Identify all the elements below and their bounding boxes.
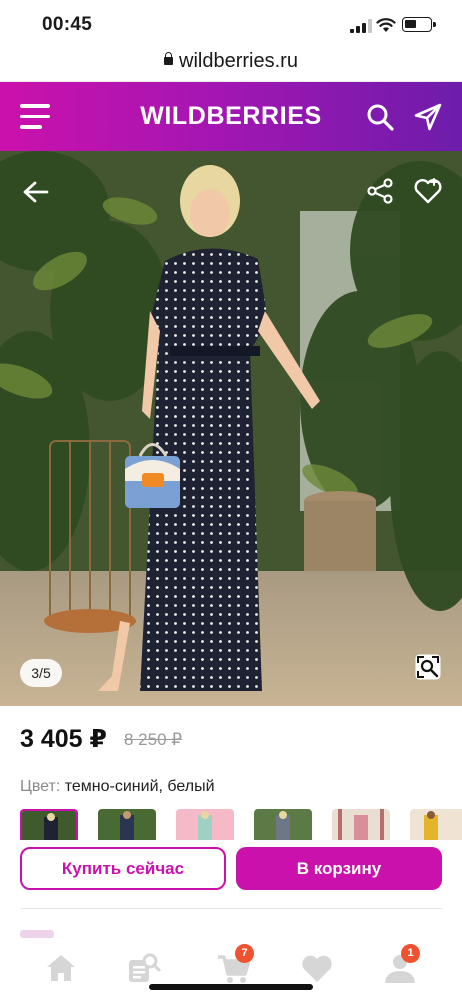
site-header: WILDBERRIES bbox=[0, 82, 462, 151]
bottom-tab-bar: 7 1 bbox=[0, 940, 462, 1000]
section-divider bbox=[20, 908, 442, 909]
back-arrow-icon[interactable] bbox=[20, 177, 50, 207]
search-icon[interactable] bbox=[366, 103, 394, 131]
tab-catalog[interactable] bbox=[126, 950, 162, 986]
color-value: темно-синий, белый bbox=[64, 778, 215, 795]
gallery-counter: 3/5 bbox=[20, 659, 62, 687]
share-icon[interactable] bbox=[366, 177, 394, 205]
heart-icon bbox=[302, 955, 332, 982]
zoom-search-icon[interactable] bbox=[414, 653, 442, 681]
product-old-price: 8 250 ₽ bbox=[124, 730, 183, 749]
product-color: Цвет: темно-синий, белый bbox=[20, 778, 215, 796]
url-text: wildberries.ru bbox=[179, 50, 298, 72]
cellular-signal-icon bbox=[350, 19, 372, 33]
home-icon bbox=[47, 955, 75, 981]
tab-home[interactable] bbox=[43, 950, 79, 986]
profile-notification-badge: 1 bbox=[401, 944, 420, 963]
location-arrow-icon[interactable] bbox=[413, 102, 443, 132]
cart-count-badge: 7 bbox=[235, 944, 254, 963]
heart-icon[interactable] bbox=[412, 175, 444, 207]
status-time: 00:45 bbox=[42, 14, 93, 35]
status-bar: 00:45 bbox=[0, 0, 462, 46]
product-gallery[interactable]: 3/5 bbox=[0, 151, 462, 706]
color-label: Цвет: bbox=[20, 778, 61, 795]
product-photo bbox=[0, 151, 462, 706]
battery-icon bbox=[402, 17, 436, 32]
tab-favorites[interactable] bbox=[299, 950, 335, 986]
add-to-cart-button[interactable]: В корзину bbox=[236, 847, 442, 890]
content-peek bbox=[20, 930, 54, 938]
tab-profile[interactable]: 1 bbox=[382, 944, 420, 986]
url-field[interactable]: wildberries.ru bbox=[0, 50, 462, 73]
buy-now-button[interactable]: Купить сейчас bbox=[20, 847, 226, 890]
lock-icon bbox=[164, 52, 174, 65]
product-actions: Купить сейчас В корзину bbox=[0, 840, 462, 900]
wifi-icon bbox=[376, 18, 396, 32]
home-indicator bbox=[149, 984, 313, 990]
browser-url-bar[interactable]: wildberries.ru bbox=[0, 46, 462, 82]
tab-cart[interactable]: 7 bbox=[216, 944, 254, 986]
catalog-search-icon bbox=[129, 953, 161, 982]
product-price: 3 405 ₽ bbox=[20, 725, 107, 753]
